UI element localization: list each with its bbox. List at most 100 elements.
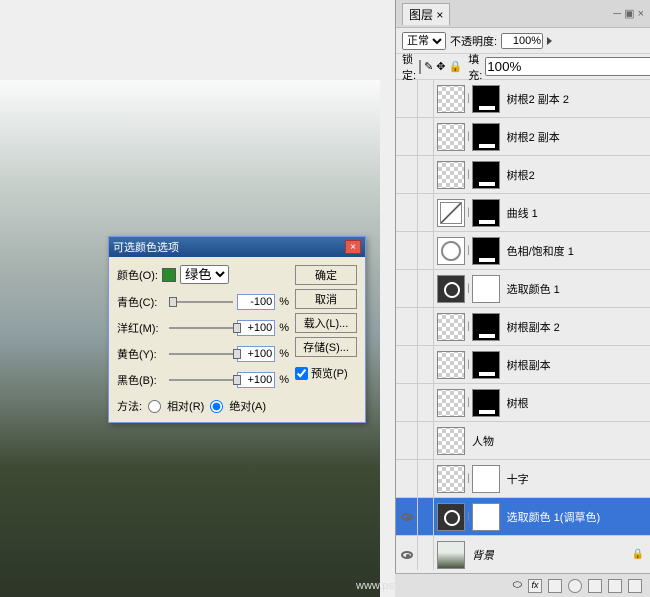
layer-row[interactable]: | 曲线 1 bbox=[396, 194, 650, 232]
layer-row[interactable]: | 树根副本 bbox=[396, 346, 650, 384]
layer-thumb[interactable] bbox=[472, 123, 500, 151]
visibility-toggle[interactable] bbox=[396, 536, 418, 570]
save-button[interactable]: 存储(S)... bbox=[295, 337, 357, 357]
trash-icon[interactable] bbox=[628, 579, 642, 593]
visibility-toggle[interactable] bbox=[396, 460, 418, 497]
layer-name[interactable]: 树根2 副本 bbox=[503, 129, 560, 145]
layer-thumb[interactable] bbox=[437, 275, 465, 303]
layer-name[interactable]: 选取颜色 1 bbox=[503, 281, 560, 297]
layer-row[interactable]: 背景 🔒 bbox=[396, 536, 650, 570]
color-select[interactable]: 绿色 bbox=[180, 265, 229, 284]
layer-thumb[interactable] bbox=[437, 427, 465, 455]
visibility-toggle[interactable] bbox=[396, 232, 418, 269]
layer-thumb[interactable] bbox=[472, 351, 500, 379]
layer-name[interactable]: 选取颜色 1(调草色) bbox=[503, 509, 601, 525]
adjust-icon[interactable] bbox=[568, 579, 582, 593]
layer-name[interactable]: 树根2 副本 2 bbox=[503, 91, 569, 107]
visibility-toggle[interactable] bbox=[396, 118, 418, 155]
method-relative-radio[interactable] bbox=[148, 400, 161, 413]
layer-thumb[interactable] bbox=[472, 465, 500, 493]
slider-track[interactable] bbox=[169, 353, 233, 355]
layer-thumb[interactable] bbox=[437, 199, 465, 227]
lock-move-icon[interactable]: ✥ bbox=[436, 60, 445, 73]
tab-layers[interactable]: 图层 × bbox=[402, 3, 450, 25]
layer-name[interactable]: 背景 bbox=[468, 547, 494, 563]
layer-name[interactable]: 曲线 1 bbox=[503, 205, 538, 221]
visibility-toggle[interactable] bbox=[396, 422, 418, 459]
layer-name[interactable]: 树根副本 bbox=[503, 357, 551, 373]
layer-thumb[interactable] bbox=[437, 123, 465, 151]
layer-name[interactable]: 树根2 bbox=[503, 167, 535, 183]
blend-mode-select[interactable]: 正常 bbox=[402, 32, 446, 50]
visibility-toggle[interactable] bbox=[396, 194, 418, 231]
slider-track[interactable] bbox=[169, 301, 233, 303]
layer-row[interactable]: | 选取颜色 1(调草色) bbox=[396, 498, 650, 536]
layer-thumb[interactable] bbox=[472, 313, 500, 341]
visibility-toggle[interactable] bbox=[396, 270, 418, 307]
visibility-toggle[interactable] bbox=[396, 156, 418, 193]
slider-track[interactable] bbox=[169, 379, 233, 381]
slider-handle[interactable] bbox=[233, 375, 241, 385]
layer-thumb[interactable] bbox=[472, 237, 500, 265]
link-layers-icon[interactable]: ⬭ bbox=[513, 579, 522, 592]
layer-thumb[interactable] bbox=[472, 85, 500, 113]
layer-row[interactable]: | 色相/饱和度 1 bbox=[396, 232, 650, 270]
layer-thumb[interactable] bbox=[437, 503, 465, 531]
fill-input[interactable] bbox=[485, 57, 650, 76]
visibility-toggle[interactable] bbox=[396, 346, 418, 383]
lock-all-icon[interactable]: 🔒 bbox=[449, 60, 463, 73]
slider-value-input[interactable] bbox=[237, 346, 275, 362]
layer-name[interactable]: 树根 bbox=[503, 395, 529, 411]
visibility-toggle[interactable] bbox=[396, 498, 418, 535]
close-icon[interactable]: × bbox=[345, 240, 361, 254]
fx-icon[interactable]: fx bbox=[528, 579, 542, 593]
slider-handle[interactable] bbox=[169, 297, 177, 307]
visibility-toggle[interactable] bbox=[396, 384, 418, 421]
layer-row[interactable]: 人物 bbox=[396, 422, 650, 460]
layer-row[interactable]: | 树根2 副本 2 bbox=[396, 80, 650, 118]
layer-thumb[interactable] bbox=[437, 389, 465, 417]
opacity-slider-icon[interactable] bbox=[547, 37, 552, 45]
layer-row[interactable]: | 选取颜色 1 bbox=[396, 270, 650, 308]
layer-row[interactable]: | 树根 bbox=[396, 384, 650, 422]
load-button[interactable]: 载入(L)... bbox=[295, 313, 357, 333]
ok-button[interactable]: 确定 bbox=[295, 265, 357, 285]
slider-handle[interactable] bbox=[233, 349, 241, 359]
layer-thumb[interactable] bbox=[472, 389, 500, 417]
layer-thumb[interactable] bbox=[437, 351, 465, 379]
layer-thumb[interactable] bbox=[437, 161, 465, 189]
folder-icon[interactable] bbox=[588, 579, 602, 593]
layer-thumb[interactable] bbox=[472, 275, 500, 303]
layer-row[interactable]: | 树根2 副本 bbox=[396, 118, 650, 156]
visibility-toggle[interactable] bbox=[396, 308, 418, 345]
layer-row[interactable]: | 树根副本 2 bbox=[396, 308, 650, 346]
layer-thumb[interactable] bbox=[437, 237, 465, 265]
lock-pixels-icon[interactable] bbox=[419, 60, 421, 74]
layer-name[interactable]: 人物 bbox=[468, 433, 494, 449]
layer-thumb[interactable] bbox=[472, 161, 500, 189]
layer-thumb[interactable] bbox=[437, 85, 465, 113]
method-absolute-radio[interactable] bbox=[210, 400, 223, 413]
opacity-input[interactable] bbox=[501, 33, 543, 49]
visibility-toggle[interactable] bbox=[396, 80, 418, 117]
dialog-titlebar[interactable]: 可选颜色选项 × bbox=[109, 237, 365, 257]
slider-value-input[interactable] bbox=[237, 294, 275, 310]
layer-row[interactable]: | 十字 bbox=[396, 460, 650, 498]
slider-track[interactable] bbox=[169, 327, 233, 329]
mask-icon[interactable] bbox=[548, 579, 562, 593]
layer-name[interactable]: 色相/饱和度 1 bbox=[503, 243, 574, 259]
lock-brush-icon[interactable]: ✎ bbox=[424, 60, 433, 73]
layer-thumb[interactable] bbox=[437, 541, 465, 569]
layer-thumb[interactable] bbox=[437, 313, 465, 341]
slider-value-input[interactable] bbox=[237, 320, 275, 336]
layer-name[interactable]: 树根副本 2 bbox=[503, 319, 560, 335]
preview-checkbox[interactable] bbox=[295, 367, 308, 380]
close-x[interactable]: × bbox=[436, 8, 443, 22]
layer-row[interactable]: | 树根2 bbox=[396, 156, 650, 194]
cancel-button[interactable]: 取消 bbox=[295, 289, 357, 309]
layer-thumb[interactable] bbox=[472, 503, 500, 531]
slider-handle[interactable] bbox=[233, 323, 241, 333]
layer-thumb[interactable] bbox=[472, 199, 500, 227]
layer-name[interactable]: 十字 bbox=[503, 471, 529, 487]
slider-value-input[interactable] bbox=[237, 372, 275, 388]
